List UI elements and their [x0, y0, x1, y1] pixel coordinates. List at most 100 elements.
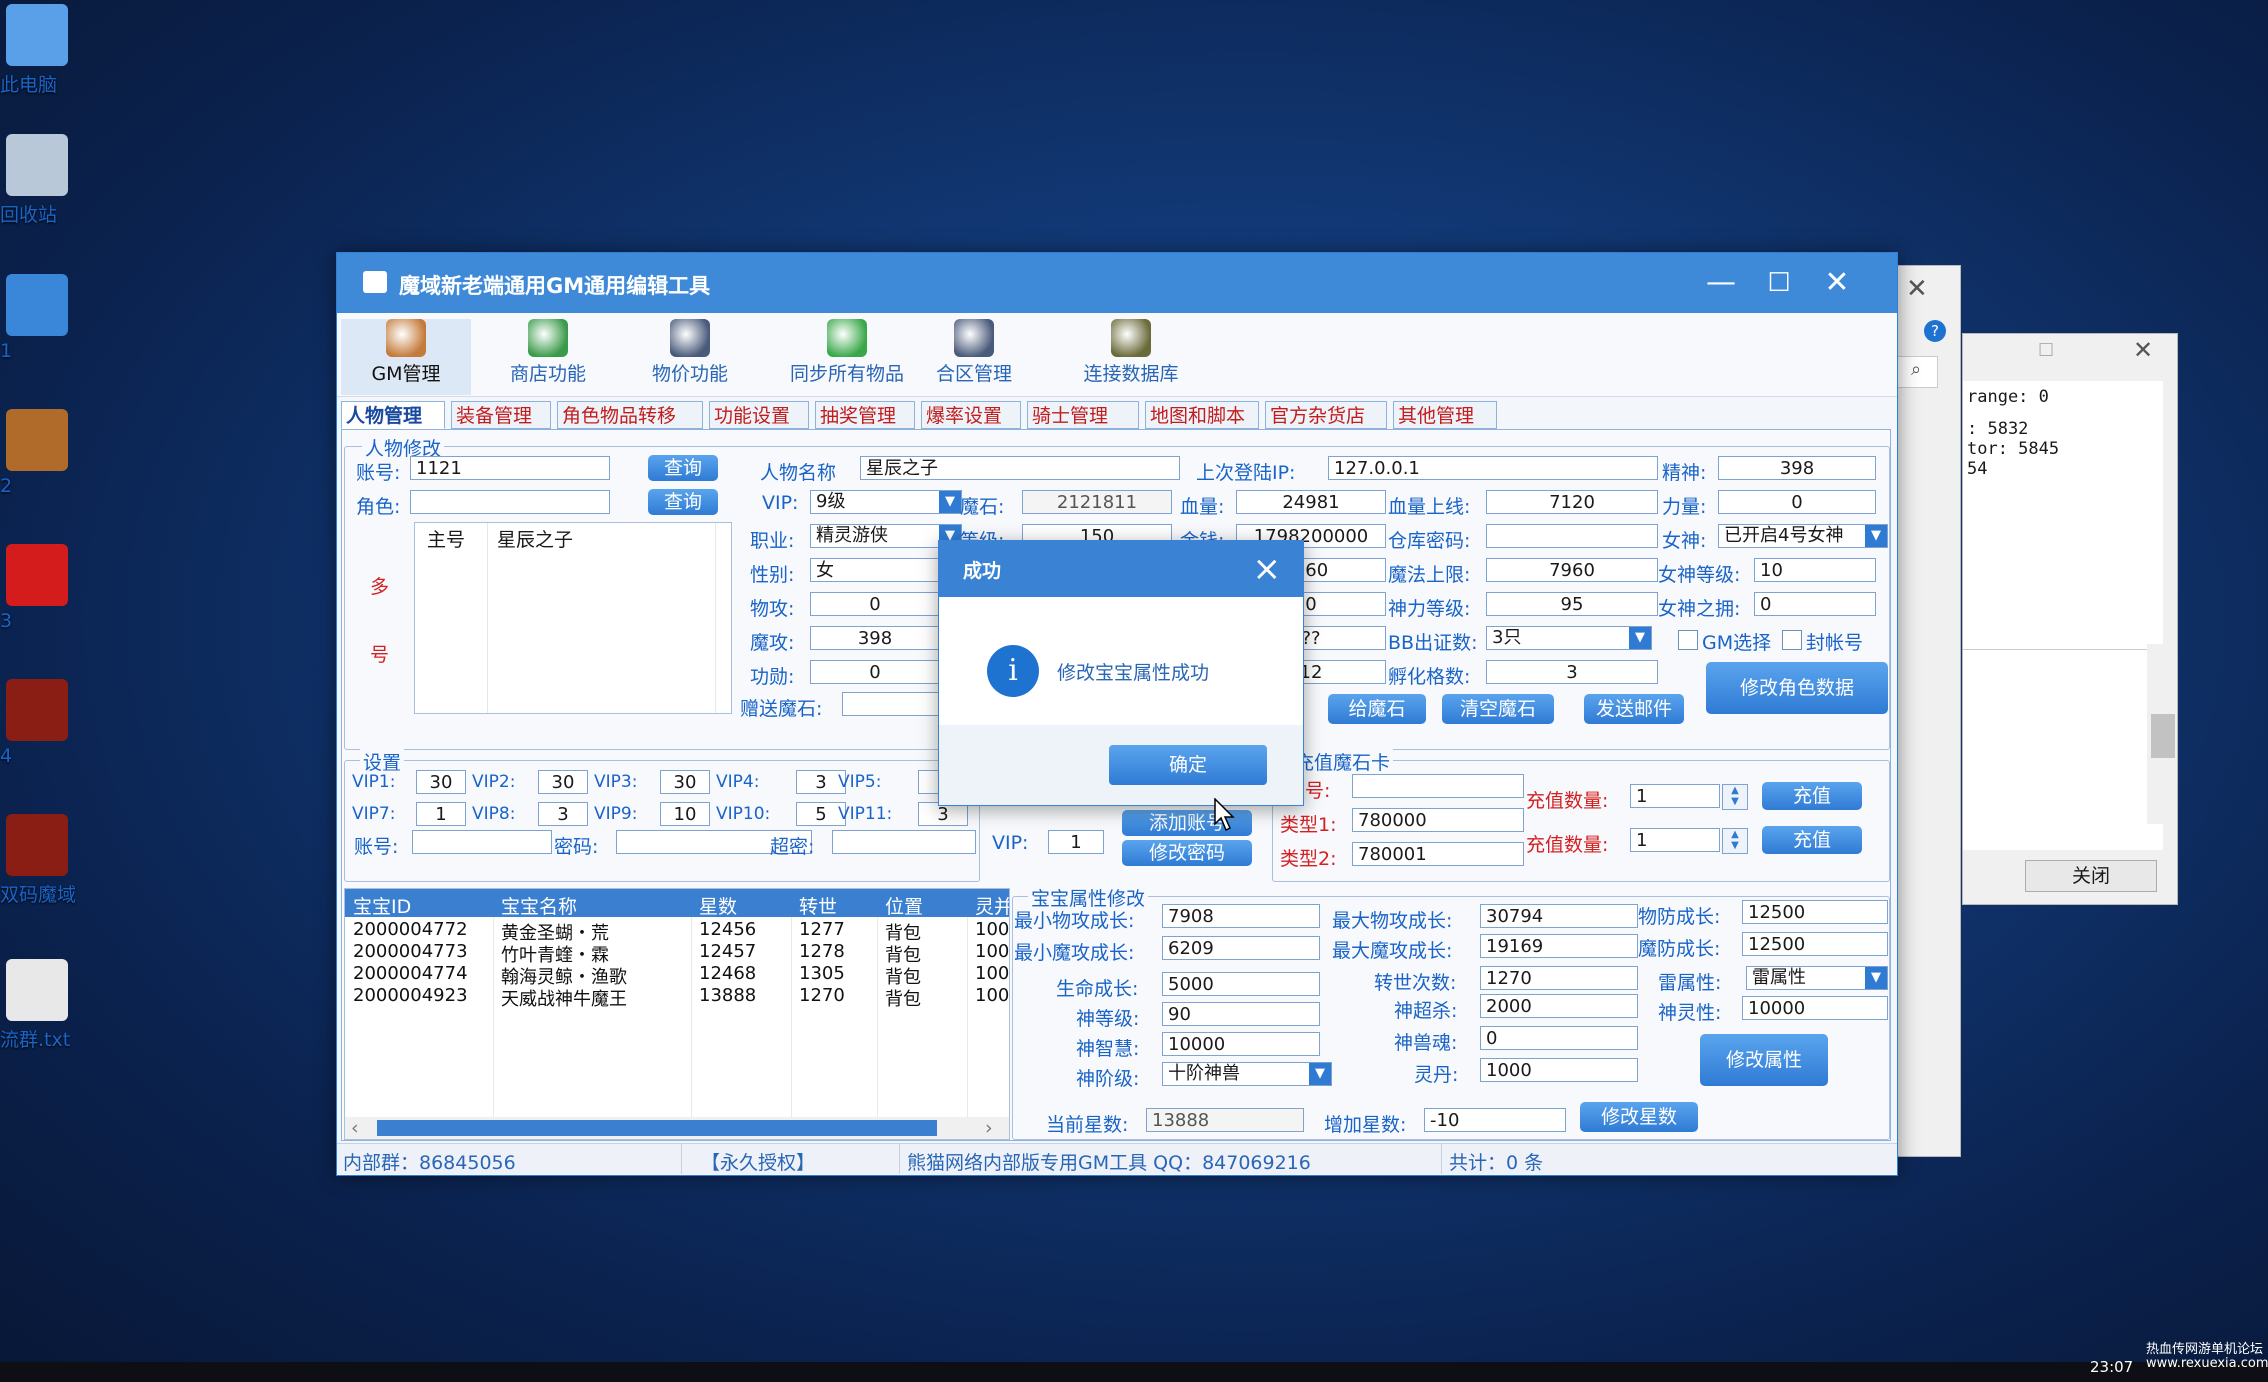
toolbar-button[interactable]: 合区管理	[909, 319, 1039, 395]
qty-stepper[interactable]: ▲ ▼	[1722, 828, 1748, 854]
vip-select[interactable]: 9级 ▼	[810, 490, 962, 514]
tab[interactable]: 角色物品转移	[557, 401, 703, 429]
gift-input[interactable]	[842, 692, 940, 716]
vip-setting-input[interactable]: 30	[416, 770, 466, 794]
stage-select[interactable]: 十阶神兽 ▼	[1162, 1062, 1332, 1086]
pet-godlv-input[interactable]: 90	[1162, 1002, 1320, 1026]
goddessown-input[interactable]: 0	[1754, 592, 1876, 616]
hp-input[interactable]: 24981	[1236, 490, 1386, 514]
change-password-button[interactable]: 修改密码	[1122, 840, 1252, 866]
name-input[interactable]: 星辰之子	[860, 456, 1180, 480]
table-row[interactable]: 2000004772 黄金圣蝴・荒 12456 1277 背包 100	[345, 919, 1009, 944]
max-patk-input[interactable]: 30794	[1480, 904, 1638, 928]
toolbar-button[interactable]: 商店功能	[483, 319, 613, 395]
column-header[interactable]: 位置	[885, 892, 923, 919]
spirit-input[interactable]: 398	[1718, 456, 1876, 480]
close-button[interactable]: 关闭	[2025, 860, 2157, 892]
cur-star-input[interactable]: 13888	[1146, 1108, 1304, 1132]
bb-select[interactable]: 3只 ▼	[1486, 626, 1652, 650]
hatch-input[interactable]: 3	[1486, 660, 1658, 684]
goddess-select[interactable]: 已开启4号女神 ▼	[1718, 524, 1888, 548]
recharge-button[interactable]: 充值	[1762, 826, 1862, 854]
thunder-select[interactable]: 雷属性 ▼	[1746, 966, 1888, 990]
tab[interactable]: 抽奖管理	[815, 401, 915, 429]
toolbar-button[interactable]: 连接数据库	[1051, 319, 1211, 395]
power-input[interactable]: 0	[1718, 490, 1876, 514]
type2-input[interactable]: 780001	[1352, 842, 1524, 866]
column-header[interactable]: 宝宝ID	[353, 892, 411, 919]
clear-stone-button[interactable]: 清空魔石	[1442, 694, 1554, 724]
toolbar-button[interactable]: 物价功能	[625, 319, 755, 395]
sex-input[interactable]: 女	[810, 558, 940, 582]
column-header[interactable]: 星数	[699, 892, 737, 919]
desktop-icon[interactable]: 回收站	[0, 134, 74, 226]
recharge-account-input[interactable]	[1352, 774, 1524, 798]
modify-character-button[interactable]: 修改角色数据	[1706, 662, 1888, 714]
stone-input[interactable]: 2121811	[1022, 490, 1172, 514]
godlv-input[interactable]: 95	[1486, 592, 1658, 616]
scroll-thumb[interactable]	[2151, 714, 2175, 758]
vip-setting-input[interactable]: 1	[416, 802, 466, 826]
vip-setting-input[interactable]: 30	[660, 770, 710, 794]
toolbar-button[interactable]: GM管理	[341, 319, 471, 395]
desktop-icon[interactable]: 双码魔域	[0, 814, 76, 906]
kill-input[interactable]: 2000	[1480, 994, 1638, 1018]
new-account-input[interactable]	[412, 830, 552, 854]
tab[interactable]: 装备管理	[451, 401, 551, 429]
column-header[interactable]: 宝宝名称	[501, 892, 577, 919]
recharge-button[interactable]: 充值	[1762, 782, 1862, 810]
maxhp-input[interactable]: 7120	[1486, 490, 1658, 514]
reborn-input[interactable]: 1270	[1480, 966, 1638, 990]
tab[interactable]: 骑士管理	[1027, 401, 1139, 429]
min-patk-input[interactable]: 7908	[1162, 904, 1320, 928]
life-input[interactable]: 5000	[1162, 972, 1320, 996]
pdef-input[interactable]: 12500	[1742, 900, 1888, 924]
desktop-icon[interactable]: 1	[0, 274, 74, 362]
help-icon[interactable]: ?	[1924, 320, 1946, 342]
table-row[interactable]: 2000004773 竹叶青蝰・霖 12457 1278 背包 100	[345, 941, 1009, 966]
modify-star-button[interactable]: 修改星数	[1580, 1102, 1698, 1132]
maximize-icon[interactable]: ☐	[1759, 263, 1799, 303]
min-matk-input[interactable]: 6209	[1162, 936, 1320, 960]
tab[interactable]: 功能设置	[709, 401, 809, 429]
list-item-name[interactable]: 星辰之子	[497, 525, 573, 552]
goddesslv-input[interactable]: 10	[1754, 558, 1876, 582]
wisdom-input[interactable]: 10000	[1162, 1032, 1320, 1056]
column-header[interactable]: 转世	[799, 892, 837, 919]
pet-spirit-input[interactable]: 10000	[1742, 996, 1888, 1020]
pet-table[interactable]: 宝宝ID 宝宝名称 星数 转世 位置 灵并 2000004772 黄金圣蝴・荒 12456 12…	[344, 888, 1010, 1140]
tab[interactable]: 官方杂货店	[1265, 401, 1387, 429]
close-icon[interactable]: ✕	[2133, 336, 2153, 364]
tab[interactable]: 其他管理	[1393, 401, 1497, 429]
tab[interactable]: 地图和脚本	[1145, 401, 1259, 429]
lastip-input[interactable]: 127.0.0.1	[1328, 456, 1658, 480]
vip-setting-input[interactable]: 30	[538, 770, 588, 794]
max-matk-input[interactable]: 19169	[1480, 934, 1638, 958]
super-password-input[interactable]	[832, 830, 976, 854]
desktop-icon[interactable]: 3	[0, 544, 74, 632]
qty2-input[interactable]: 1	[1630, 828, 1720, 852]
close-icon[interactable]: ✕	[1817, 263, 1857, 303]
role-input[interactable]	[410, 490, 610, 514]
vip-setting-input[interactable]: 10	[660, 802, 710, 826]
close-icon[interactable]: ×	[1253, 549, 1282, 589]
qty1-input[interactable]: 1	[1630, 784, 1720, 808]
desktop-icon[interactable]: 2	[0, 409, 74, 497]
character-list[interactable]: 主号 星辰之子	[414, 522, 732, 714]
mdef-input[interactable]: 12500	[1742, 932, 1888, 956]
table-row[interactable]: 2000004774 翰海灵鲸・渔歌 12468 1305 背包 100	[345, 963, 1009, 988]
desktop-icon[interactable]: 此电脑	[0, 4, 74, 96]
vip-setting-input[interactable]: 3	[538, 802, 588, 826]
qty-stepper[interactable]: ▲ ▼	[1722, 784, 1748, 810]
ban-checkbox[interactable]	[1782, 630, 1802, 650]
tab[interactable]: 爆率设置	[921, 401, 1021, 429]
pill-input[interactable]: 1000	[1480, 1058, 1638, 1082]
give-stone-button[interactable]: 给魔石	[1328, 694, 1426, 724]
gm-select-checkbox[interactable]	[1678, 630, 1698, 650]
table-row[interactable]: 2000004923 天威战神牛魔王 13888 1270 背包 100	[345, 985, 1009, 1010]
send-mail-button[interactable]: 发送邮件	[1584, 694, 1684, 724]
new-vip-input[interactable]: 1	[1048, 830, 1104, 854]
tab[interactable]: 人物管理	[341, 401, 445, 429]
desktop-icon[interactable]: 4	[0, 679, 74, 767]
list-item-type[interactable]: 主号	[427, 525, 465, 552]
